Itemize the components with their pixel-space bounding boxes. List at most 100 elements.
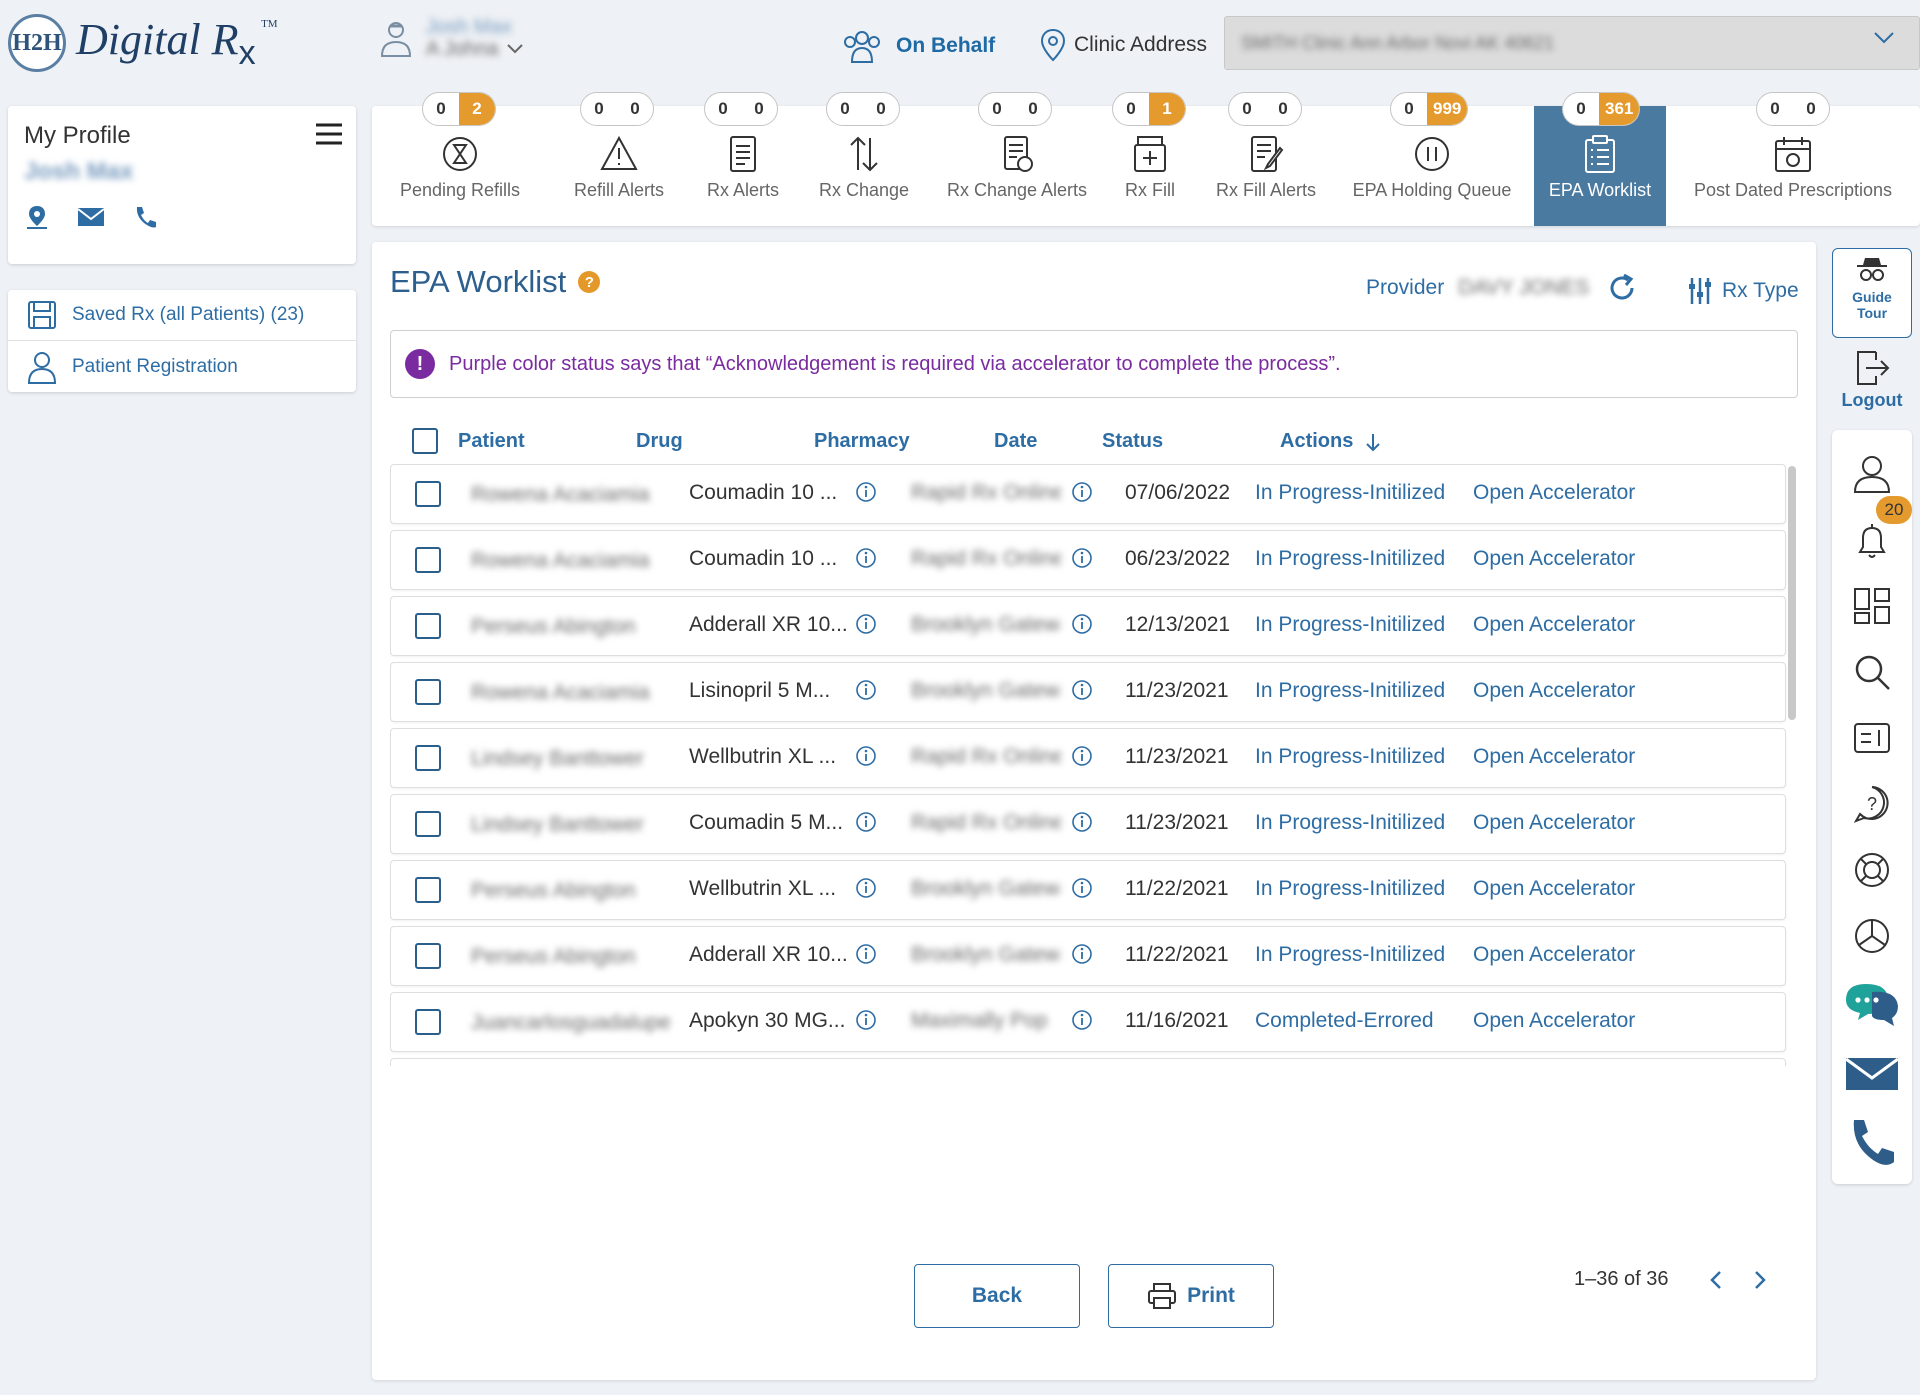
open-accelerator-link[interactable]: Open Accelerator	[1473, 679, 1635, 703]
open-accelerator-link[interactable]: Open Accelerator	[1473, 1009, 1635, 1033]
user-switcher[interactable]: Josh Max A Johna	[376, 16, 524, 60]
drug-info-icon[interactable]	[855, 943, 877, 965]
pharmacy-info-icon[interactable]	[1071, 481, 1093, 503]
select-all-checkbox[interactable]	[412, 428, 438, 454]
row-checkbox[interactable]	[415, 811, 441, 837]
phone-icon[interactable]	[132, 204, 158, 230]
drug-info-icon[interactable]	[855, 877, 877, 899]
col-date[interactable]: Date	[994, 430, 1037, 453]
back-button[interactable]: Back	[914, 1264, 1080, 1328]
col-drug[interactable]: Drug	[636, 430, 683, 453]
open-accelerator-link[interactable]: Open Accelerator	[1473, 811, 1635, 835]
tab-rx-fill[interactable]: 01 Rx Fill	[1102, 92, 1198, 226]
chevron-left-icon[interactable]	[1709, 1269, 1723, 1291]
phone-icon[interactable]	[1844, 1116, 1900, 1172]
tab-refill-alerts[interactable]: 0 0 Refill Alerts	[548, 92, 690, 226]
row-checkbox[interactable]	[415, 481, 441, 507]
row-patient[interactable]: Perseus Abington	[471, 879, 671, 903]
pharmacy-info-icon[interactable]	[1071, 679, 1093, 701]
help-bubble-icon[interactable]: ?	[1852, 784, 1892, 824]
row-checkbox[interactable]	[415, 745, 441, 771]
pharmacy-info-icon[interactable]	[1071, 613, 1093, 635]
pharmacy-info-icon[interactable]	[1071, 943, 1093, 965]
refresh-icon[interactable]	[1606, 272, 1638, 304]
tab-rx-change[interactable]: 0 0 Rx Change	[796, 92, 932, 226]
hamburger-menu-icon[interactable]	[314, 122, 344, 146]
open-accelerator-link[interactable]: Open Accelerator	[1473, 481, 1635, 505]
search-icon[interactable]	[1852, 652, 1892, 692]
tab-post-dated-prescriptions[interactable]: 0 0 Post Dated Prescriptions	[1666, 92, 1920, 226]
drug-info-icon[interactable]	[855, 547, 877, 569]
row-checkbox[interactable]	[415, 613, 441, 639]
table-row[interactable]: Lindsey Banttower Coumadin 5 M... Rapid Rx…	[390, 794, 1786, 854]
row-patient[interactable]: Lindsey Banttower	[471, 813, 671, 837]
saved-rx-link[interactable]: Saved Rx (all Patients) (23)	[8, 290, 356, 341]
pharmacy-info-icon[interactable]	[1071, 877, 1093, 899]
table-row[interactable]: Perseus Abington Adderall XR 10... Brookly…	[390, 596, 1786, 656]
drug-info-icon[interactable]	[855, 1009, 877, 1031]
open-accelerator-link[interactable]: Open Accelerator	[1473, 745, 1635, 769]
tab-rx-change-alerts[interactable]: 0 0 Rx Change Alerts	[932, 92, 1102, 226]
row-patient[interactable]: Rowena Acaciamia	[471, 483, 671, 507]
lifebuoy-icon[interactable]	[1852, 850, 1892, 890]
pharmacy-info-icon[interactable]	[1071, 547, 1093, 569]
row-checkbox[interactable]	[415, 877, 441, 903]
tab-pending-refills[interactable]: 02 Pending Refills	[372, 92, 548, 226]
open-accelerator-link[interactable]: Open Accelerator	[1473, 877, 1635, 901]
tab-epa-holding-queue[interactable]: 0 999 EPA Holding Queue	[1334, 92, 1530, 226]
mail-icon[interactable]	[1844, 1054, 1900, 1094]
on-behalf-button[interactable]: On Behalf	[842, 28, 995, 64]
drug-info-icon[interactable]	[855, 679, 877, 701]
table-row[interactable]: Juancarlosguadalupec Usumacintacoatzacoa…	[390, 992, 1786, 1052]
drug-info-icon[interactable]	[855, 811, 877, 833]
table-row[interactable]: Rowena Acaciamia Coumadin 10 ... Rapid Rx …	[390, 464, 1786, 524]
table-row[interactable]: Perseus Abington Adderall XR 10... Brookly…	[390, 926, 1786, 986]
table-scrollbar[interactable]	[1788, 466, 1796, 720]
tab-epa-worklist[interactable]: 0 361 EPA Worklist	[1534, 92, 1666, 226]
print-button[interactable]: Print	[1108, 1264, 1274, 1328]
provider-filter[interactable]: Provider DAVY JONES	[1366, 276, 1589, 300]
bell-icon[interactable]	[1852, 520, 1892, 560]
patient-registration-link[interactable]: Patient Registration	[8, 341, 356, 392]
table-row[interactable]: Rowena Acaciamia Lisinopril 5 M... Brookly…	[390, 662, 1786, 722]
open-accelerator-link[interactable]: Open Accelerator	[1473, 943, 1635, 967]
row-patient[interactable]: Perseus Abington	[471, 615, 671, 639]
tab-rx-alerts[interactable]: 0 0 Rx Alerts	[690, 92, 796, 226]
row-patient[interactable]: Rowena Acaciamia	[471, 681, 671, 705]
rx-type-filter[interactable]: Rx Type	[1688, 276, 1799, 306]
tab-rx-fill-alerts[interactable]: 0 0 Rx Fill Alerts	[1198, 92, 1334, 226]
clinic-select[interactable]: SMITH Clinic Ann Arbor Novi AK 40621	[1224, 16, 1920, 70]
table-row[interactable]: Juancarlosguadalupec Usumacintacoatzacoa…	[390, 1058, 1786, 1066]
col-status[interactable]: Status	[1102, 430, 1163, 453]
col-patient[interactable]: Patient	[458, 430, 525, 453]
col-pharmacy[interactable]: Pharmacy	[814, 430, 910, 453]
help-icon[interactable]: ?	[578, 271, 601, 293]
drug-info-icon[interactable]	[855, 745, 877, 767]
row-checkbox[interactable]	[415, 679, 441, 705]
dashboard-grid-icon[interactable]	[1852, 586, 1892, 626]
user-icon[interactable]	[1852, 454, 1892, 494]
chat-icon[interactable]	[1844, 980, 1900, 1030]
location-icon[interactable]	[24, 204, 50, 230]
form-list-icon[interactable]	[1852, 718, 1892, 758]
drug-info-icon[interactable]	[855, 481, 877, 503]
logout-button[interactable]: Logout	[1832, 348, 1912, 411]
mail-icon[interactable]	[76, 204, 106, 230]
open-accelerator-link[interactable]: Open Accelerator	[1473, 547, 1635, 571]
pie-chart-icon[interactable]	[1852, 916, 1892, 956]
row-checkbox[interactable]	[415, 943, 441, 969]
pharmacy-info-icon[interactable]	[1071, 745, 1093, 767]
pharmacy-info-icon[interactable]	[1071, 1009, 1093, 1031]
table-row[interactable]: Rowena Acaciamia Coumadin 10 ... Rapid Rx …	[390, 530, 1786, 590]
row-patient[interactable]: Juancarlosguadalupec Usumacintacoatzacoa…	[471, 1011, 671, 1035]
pharmacy-info-icon[interactable]	[1071, 811, 1093, 833]
row-checkbox[interactable]	[415, 1009, 441, 1035]
chevron-right-icon[interactable]	[1753, 1269, 1767, 1291]
drug-info-icon[interactable]	[855, 613, 877, 635]
table-row[interactable]: Lindsey Banttower Wellbutrin XL ... Rapid …	[390, 728, 1786, 788]
row-patient[interactable]: Rowena Acaciamia	[471, 549, 671, 573]
table-row[interactable]: Perseus Abington Wellbutrin XL ... Brookly…	[390, 860, 1786, 920]
row-patient[interactable]: Perseus Abington	[471, 945, 671, 969]
row-checkbox[interactable]	[415, 547, 441, 573]
col-actions[interactable]: Actions	[1280, 430, 1381, 453]
